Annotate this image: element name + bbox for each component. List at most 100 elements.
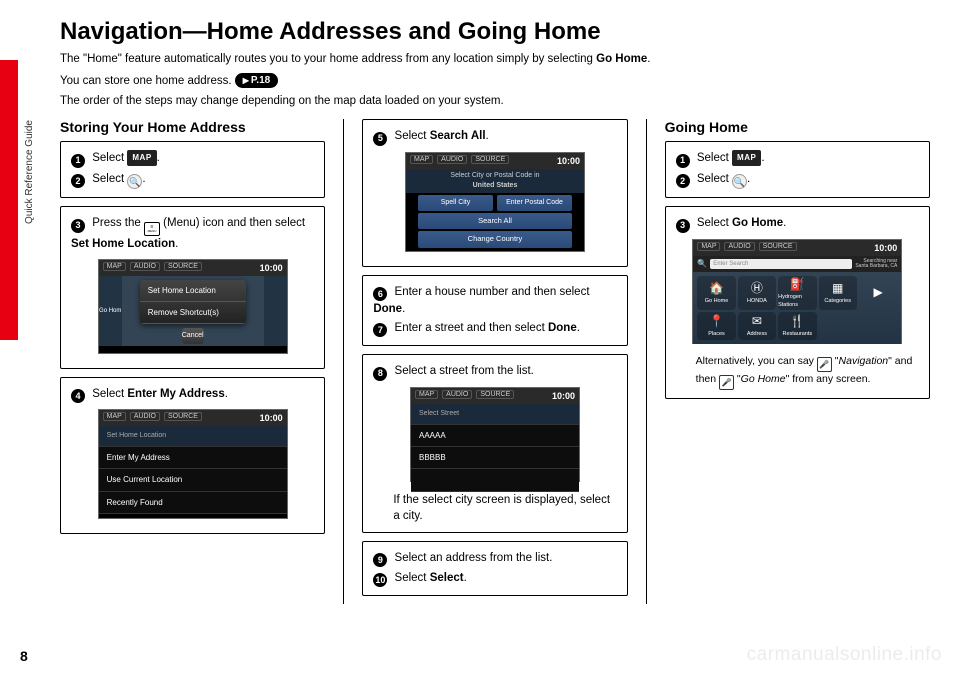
scr5-sub: Select City or Postal Code in United Sta… [406, 169, 584, 193]
scr8-item-1: AAAAA [411, 425, 579, 447]
side-section-label: Quick Reference Guide [24, 120, 35, 224]
column-going-home: Going Home 1 Select MAP. 2 Select 🔍. 3 S… [665, 119, 930, 604]
gh-step2-text-b: . [747, 173, 750, 185]
scr5-header: MAPAUDIOSOURCE 10:00 [406, 153, 584, 170]
column-center: 5 Select Search All. MAPAUDIOSOURCE 10:0… [362, 119, 646, 604]
intro-block: The "Home" feature automatically routes … [60, 52, 930, 109]
note-a: Alternatively, you can say [696, 355, 817, 367]
voice-icon: 🎤 [719, 375, 734, 390]
intro-2a: You can store one home address. [60, 74, 235, 86]
scr1-dialog-item-2: Remove Shortcut(s) [140, 302, 246, 324]
gh-voice-note: Alternatively, you can say 🎤 " Navigation… [676, 350, 919, 390]
tile-honda: ⒽHONDA [738, 276, 776, 311]
step5-text-b: Search All [430, 130, 486, 142]
intro-line-2: You can store one home address. P.18 [60, 73, 930, 89]
gh-step3-text-a: Select [697, 217, 732, 229]
step-box-8: 8 Select a street from the list. MAPAUDI… [362, 354, 627, 532]
step6-text-a: Enter a house number and then select [395, 286, 590, 298]
screenshot-street-list: MAPAUDIOSOURCE 10:00 Select Street AAAAA… [410, 387, 580, 482]
step-box-5: 5 Select Search All. MAPAUDIOSOURCE 10:0… [362, 119, 627, 266]
step3-text-d: . [175, 238, 178, 250]
intro-1c: . [647, 53, 650, 65]
column-store-home: Storing Your Home Address 1 Select MAP. … [60, 119, 344, 604]
scr2-tab-source: SOURCE [164, 412, 202, 421]
step2-text-a: Select [92, 173, 127, 185]
intro-line-3: The order of the steps may change depend… [60, 94, 930, 110]
step1-text-b: . [157, 152, 160, 164]
gh-step-num-3: 3 [676, 219, 690, 233]
step2-text-b: . [142, 173, 145, 185]
gh-step3-text-b: Go Home [732, 217, 783, 229]
scr5-row1: Spell City Enter Postal Code [418, 195, 572, 211]
scr8-clock: 10:00 [552, 390, 575, 403]
note-g: " from any screen. [786, 373, 871, 385]
note-e: " [734, 373, 741, 385]
voice-icon: 🎤 [817, 357, 832, 372]
step-box-9-10: 9 Select an address from the list. 10 Se… [362, 541, 627, 597]
scr8-item-2: BBBBB [411, 447, 579, 469]
step7-text-b: Done [548, 322, 577, 334]
scr1-cancel-button: Cancel [182, 328, 204, 344]
gh-step-num-2: 2 [676, 174, 690, 188]
search-icon: 🔍 [127, 174, 142, 189]
step-num-3: 3 [71, 219, 85, 233]
map-button-icon: MAP [127, 150, 156, 165]
tile-restaurants: 🍴Restaurants [778, 312, 816, 339]
scr1-tab-source: SOURCE [164, 262, 202, 271]
screenshot-search-all: MAPAUDIOSOURCE 10:00 Select City or Post… [405, 152, 585, 252]
tile-go-home: 🏠Go Home [697, 276, 735, 311]
scr2-clock: 10:00 [260, 412, 283, 425]
step6-text-c: . [402, 303, 405, 315]
step7-text-a: Enter a street and then select [395, 322, 548, 334]
scr8-tab-map: MAP [415, 390, 438, 399]
tile-blank-2 [859, 312, 897, 339]
scr8-subtitle: Select Street [411, 404, 579, 425]
step-num-10: 10 [373, 573, 387, 587]
scr5-btn-spell-city: Spell City [418, 195, 493, 211]
page-number: 8 [20, 648, 28, 664]
watermark: carmanualsonline.info [747, 644, 942, 666]
scr3-tab-source: SOURCE [759, 242, 797, 251]
step-num-5: 5 [373, 132, 387, 146]
scr5-tab-audio: AUDIO [437, 155, 467, 164]
step8-note: If the select city screen is displayed, … [373, 488, 616, 524]
scr2-header: MAPAUDIOSOURCE 10:00 [99, 410, 287, 427]
scr3-loc2: Santa Barbara, CA [855, 263, 897, 269]
scr5-btn-change-country: Change Country [418, 231, 572, 248]
step8-text: Select a street from the list. [395, 365, 534, 377]
step-num-7: 7 [373, 323, 387, 337]
step5-text-c: . [486, 130, 489, 142]
tile-categories: ▦Categories [819, 276, 857, 311]
tile-places: 📍Places [697, 312, 735, 339]
scr2-item-2: Use Current Location [99, 469, 287, 491]
main-content: Navigation—Home Addresses and Going Home… [60, 18, 930, 604]
scr8-tab-audio: AUDIO [442, 390, 472, 399]
scr3-location: Searching near Santa Barbara, CA [855, 259, 897, 269]
scr2-item-1: Enter My Address [99, 447, 287, 469]
step3-text-c: Set Home Location [71, 238, 175, 250]
scr1-right-panel [264, 276, 287, 346]
search-icon: 🔍 [732, 174, 747, 189]
tile-hydrogen: ⛽Hydrogen Stations [778, 276, 816, 311]
scr1-header: MAPAUDIOSOURCE 10:00 [99, 260, 287, 277]
scr1-left-panel: Go Hom [99, 276, 122, 346]
page-ref-badge: P.18 [235, 73, 278, 89]
step7-text-c: . [577, 322, 580, 334]
menu-icon: ≡MENU [144, 222, 160, 236]
gh-step1-text-a: Select [697, 152, 732, 164]
scr8-header: MAPAUDIOSOURCE 10:00 [411, 388, 579, 405]
step-box-4: 4 Select Enter My Address. MAPAUDIOSOURC… [60, 377, 325, 534]
columns-wrapper: Storing Your Home Address 1 Select MAP. … [60, 119, 930, 604]
scr3-search-bar: 🔍 Enter Search Searching near Santa Barb… [693, 256, 901, 271]
screenshot-go-home: MAPAUDIOSOURCE 10:00 🔍 Enter Search Sear… [692, 239, 902, 344]
scr3-header: MAPAUDIOSOURCE 10:00 [693, 240, 901, 257]
note-c-italic: Navigation [839, 355, 889, 367]
gh-step2-text-a: Select [697, 173, 732, 185]
step-num-1: 1 [71, 154, 85, 168]
scr5-clock: 10:00 [557, 155, 580, 168]
scr3-tab-audio: AUDIO [724, 242, 754, 251]
step3-text-a: Press the [92, 217, 144, 229]
screenshot-enter-address: MAPAUDIOSOURCE 10:00 Set Home Location E… [98, 409, 288, 519]
side-color-tab [0, 60, 18, 340]
scr3-tab-map: MAP [697, 242, 720, 251]
